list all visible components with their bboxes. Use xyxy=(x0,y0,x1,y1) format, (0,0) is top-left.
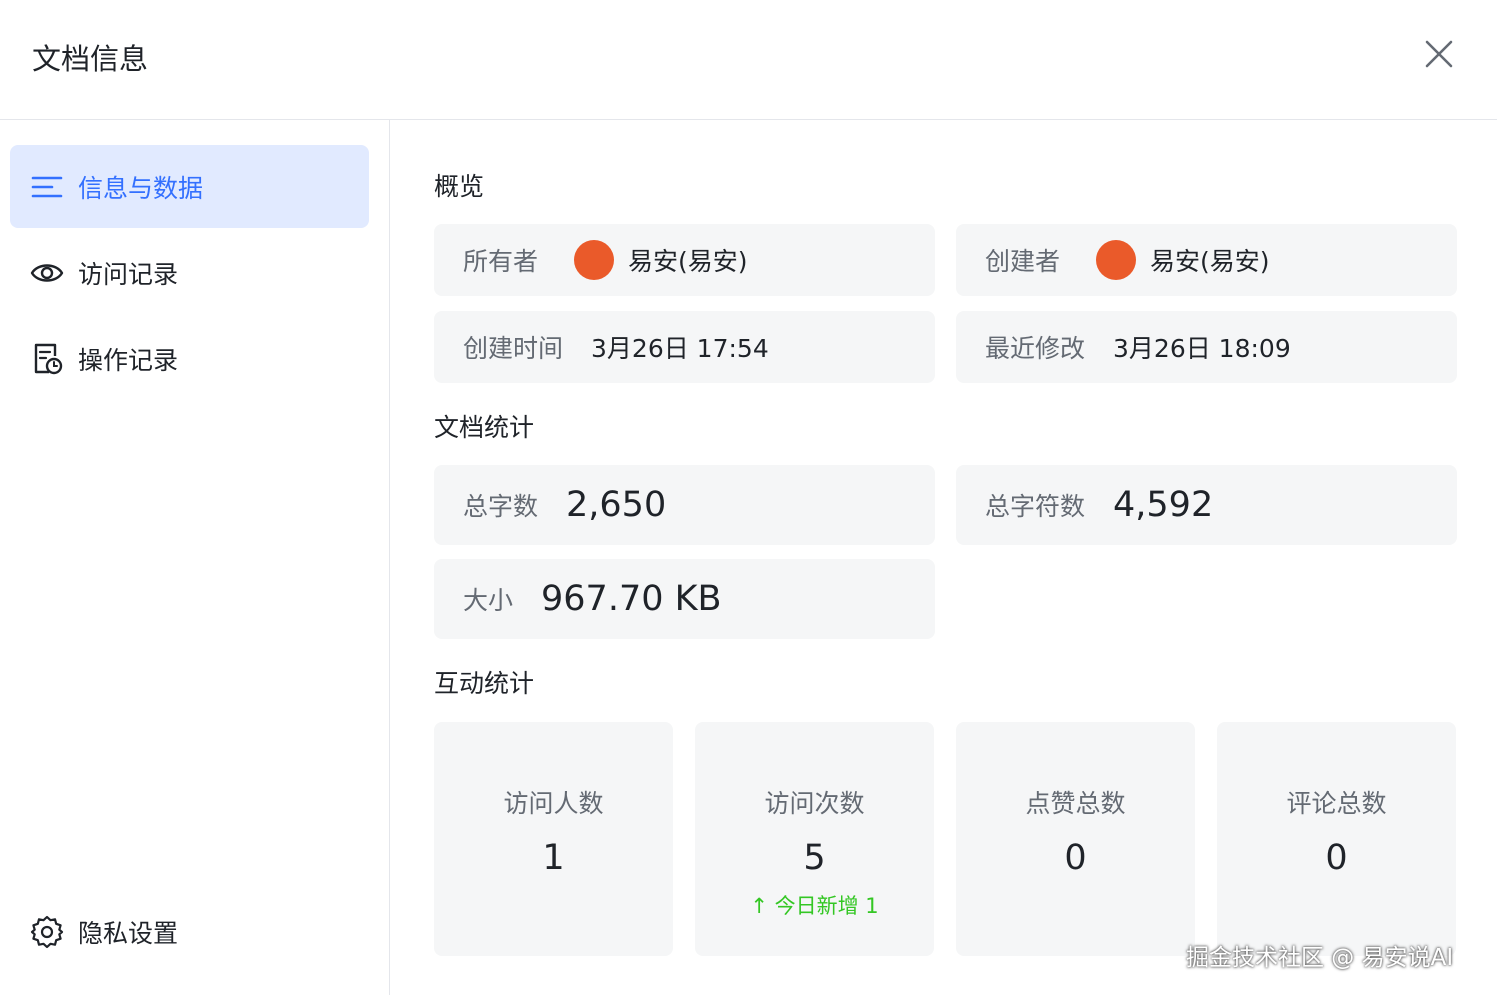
sidebar-item-label: 操作记录 xyxy=(78,345,179,375)
like-count-card: 点赞总数 0 xyxy=(956,722,1195,956)
today-increase: ↑ 今日新增 1 xyxy=(695,890,934,920)
creator-card: 创建者 易安(易安) xyxy=(956,224,1457,296)
sidebar-item-privacy-settings[interactable]: 隐私设置 xyxy=(10,890,369,973)
creator-name: 易安(易安) xyxy=(1150,247,1270,276)
stat-value: 0 xyxy=(1064,838,1087,878)
section-title-doc-stats: 文档统计 xyxy=(434,413,535,442)
owner-label: 所有者 xyxy=(463,247,539,276)
modified-time-label: 最近修改 xyxy=(985,334,1086,363)
size-card: 大小 967.70 KB xyxy=(434,559,935,639)
sidebar: 信息与数据 访问记录 操作记录 隐私设置 xyxy=(0,120,390,995)
close-icon[interactable] xyxy=(1418,33,1460,75)
created-time-card: 创建时间 3月26日 17:54 xyxy=(434,311,935,383)
owner-name: 易安(易安) xyxy=(628,247,748,276)
stat-label: 评论总数 xyxy=(1286,789,1387,818)
creator-label: 创建者 xyxy=(985,247,1061,276)
section-title-interaction: 互动统计 xyxy=(434,669,535,698)
created-time-label: 创建时间 xyxy=(463,334,564,363)
stat-label: 点赞总数 xyxy=(1025,789,1126,818)
modified-time-value: 3月26日 18:09 xyxy=(1113,334,1291,363)
today-increase-text: 今日新增 1 xyxy=(774,894,879,918)
document-clock-icon xyxy=(30,342,64,376)
char-count-label: 总字符数 xyxy=(985,492,1086,521)
list-icon xyxy=(30,170,64,204)
document-info-dialog: 文档信息 信息与数据 访问记录 操作记录 隐私设置 概览 所有者 易安(易安) … xyxy=(0,0,1497,995)
owner-card: 所有者 易安(易安) xyxy=(434,224,935,296)
word-count-value: 2,650 xyxy=(566,485,667,525)
comment-count-card: 评论总数 0 xyxy=(1217,722,1456,956)
char-count-value: 4,592 xyxy=(1113,485,1214,525)
dialog-title: 文档信息 xyxy=(32,42,149,76)
stat-value: 5 xyxy=(803,838,826,878)
sidebar-item-label: 访问记录 xyxy=(78,259,179,289)
watermark: 掘金技术社区 @ 易安说AI xyxy=(1186,945,1454,971)
sidebar-item-operation-log[interactable]: 操作记录 xyxy=(10,317,369,400)
size-label: 大小 xyxy=(463,586,514,615)
modified-time-card: 最近修改 3月26日 18:09 xyxy=(956,311,1457,383)
sidebar-item-info-data[interactable]: 信息与数据 xyxy=(10,145,369,228)
stat-label: 访问次数 xyxy=(764,789,865,818)
created-time-value: 3月26日 17:54 xyxy=(591,334,769,363)
avatar xyxy=(1096,240,1137,280)
visit-count-card: 访问次数 5 ↑ 今日新增 1 xyxy=(695,722,934,956)
sidebar-item-label: 信息与数据 xyxy=(78,173,204,203)
arrow-up-icon: ↑ xyxy=(750,894,768,918)
visitor-count-card: 访问人数 1 xyxy=(434,722,673,956)
size-value: 967.70 KB xyxy=(541,579,722,619)
gear-icon xyxy=(30,915,64,949)
avatar xyxy=(574,240,615,280)
sidebar-item-label: 隐私设置 xyxy=(78,918,179,948)
main-panel: 概览 所有者 易安(易安) 创建者 易安(易安) 创建时间 3月26日 17:5… xyxy=(391,120,1497,995)
stat-label: 访问人数 xyxy=(503,789,604,818)
char-count-card: 总字符数 4,592 xyxy=(956,465,1457,545)
sidebar-item-visit-log[interactable]: 访问记录 xyxy=(10,231,369,314)
dialog-header: 文档信息 xyxy=(0,0,1497,120)
section-title-overview: 概览 xyxy=(434,172,485,201)
stat-value: 0 xyxy=(1325,838,1348,878)
eye-icon xyxy=(30,256,64,290)
stat-value: 1 xyxy=(542,838,565,878)
word-count-label: 总字数 xyxy=(463,492,539,521)
word-count-card: 总字数 2,650 xyxy=(434,465,935,545)
